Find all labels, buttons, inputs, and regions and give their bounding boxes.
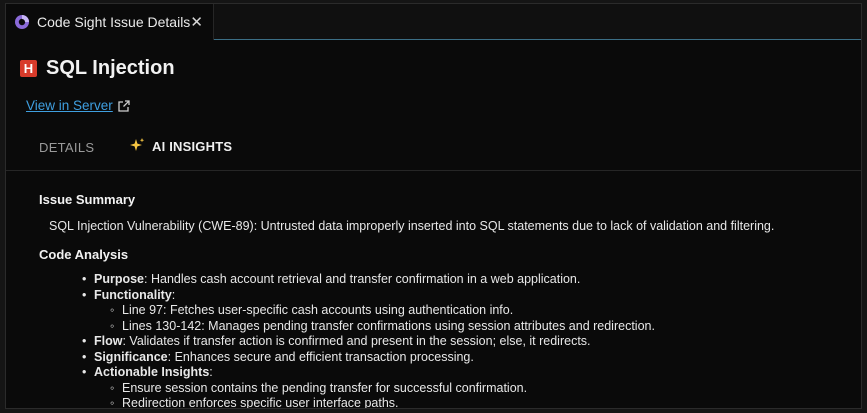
tab-code-sight-issue-details[interactable]: Code Sight Issue Details ✕ xyxy=(6,4,214,40)
list-item: Ensure session contains the pending tran… xyxy=(110,381,857,397)
issue-header: H SQL Injection xyxy=(20,57,175,80)
issue-summary-heading: Issue Summary xyxy=(39,192,136,207)
external-link-icon[interactable] xyxy=(117,99,131,113)
list-item-actionable-insights: Actionable Insights: Ensure session cont… xyxy=(82,365,857,409)
list-item: Redirection enforces specific user inter… xyxy=(110,396,857,408)
functionality-label: Functionality xyxy=(94,287,172,302)
code-analysis-heading: Code Analysis xyxy=(39,247,129,262)
tab-ai-insights[interactable]: AI INSIGHTS xyxy=(128,137,232,155)
sparkle-icon xyxy=(128,137,146,155)
issue-details-panel: Code Sight Issue Details ✕ H SQL Injecti… xyxy=(5,3,862,409)
close-icon[interactable]: ✕ xyxy=(190,13,203,31)
editor-tab-bar: Code Sight Issue Details ✕ xyxy=(6,4,861,40)
issue-title: SQL Injection xyxy=(46,57,175,79)
detail-tabs: DETAILS AI INSIGHTS xyxy=(6,128,861,171)
tab-details[interactable]: DETAILS xyxy=(39,140,94,155)
view-in-server-label[interactable]: View in Server xyxy=(26,98,113,113)
code-analysis-list: Purpose: Handles cash account retrieval … xyxy=(39,272,857,409)
functionality-suffix: : xyxy=(171,287,176,302)
purpose-text: : Handles cash account retrieval and tra… xyxy=(144,272,581,286)
ai-insights-content: Issue Summary SQL Injection Vulnerabilit… xyxy=(39,192,857,409)
list-item-flow: Flow: Validates if transfer action is co… xyxy=(82,334,857,350)
actionable-insights-label: Actionable Insights xyxy=(94,365,210,379)
list-item: Lines 130-142: Manages pending transfer … xyxy=(110,319,857,335)
list-item: Line 97: Fetches user-specific cash acco… xyxy=(110,303,857,319)
list-item-significance: Significance: Enhances secure and effici… xyxy=(82,349,857,366)
issue-summary-text: SQL Injection Vulnerability (CWE-89): Un… xyxy=(49,219,775,233)
significance-label: Significance xyxy=(94,349,168,364)
severity-badge: H xyxy=(20,60,37,77)
flow-label: Flow xyxy=(94,334,123,348)
view-in-server-link[interactable]: View in Server xyxy=(26,98,131,113)
actionable-insights-sublist: Ensure session contains the pending tran… xyxy=(94,381,857,409)
code-sight-logo-icon xyxy=(14,14,30,30)
purpose-label: Purpose xyxy=(94,272,145,286)
list-item-functionality: Functionality: Line 97: Fetches user-spe… xyxy=(82,287,857,335)
list-item-purpose: Purpose: Handles cash account retrieval … xyxy=(82,272,857,288)
actionable-insights-suffix: : xyxy=(209,365,213,379)
functionality-sublist: Line 97: Fetches user-specific cash acco… xyxy=(94,303,857,334)
significance-text: : Enhances secure and efficient transact… xyxy=(167,349,474,364)
tab-bar-underline xyxy=(214,39,861,40)
tab-ai-insights-label[interactable]: AI INSIGHTS xyxy=(152,139,232,154)
tab-title: Code Sight Issue Details xyxy=(37,14,191,30)
flow-text: : Validates if transfer action is confir… xyxy=(122,334,591,348)
